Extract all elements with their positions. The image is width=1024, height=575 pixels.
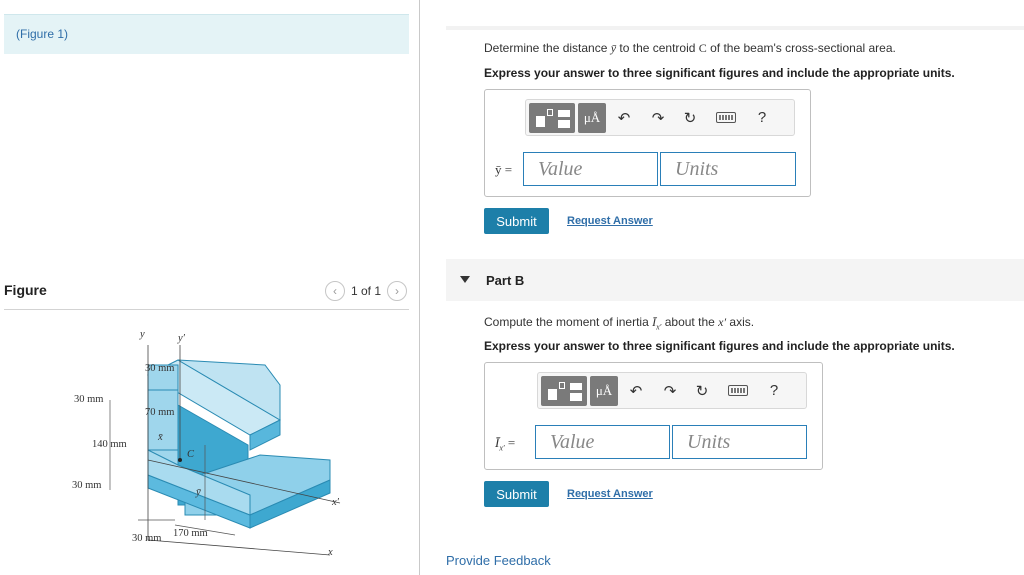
part-a-question: Determine the distance ȳ to the centroid… bbox=[484, 41, 896, 55]
caret-down-icon[interactable] bbox=[460, 276, 470, 283]
part-a-units-input[interactable]: Units bbox=[660, 152, 796, 186]
x-prime-axis-label: x′ bbox=[332, 497, 339, 508]
pager-text: 1 of 1 bbox=[350, 284, 381, 298]
app-root: (Figure 1) Figure ‹ 1 of 1 › y y′ 30 mm … bbox=[0, 0, 1024, 575]
part-b-title: Part B bbox=[486, 273, 525, 288]
figure-link[interactable]: (Figure 1) bbox=[16, 27, 68, 41]
units-button[interactable]: μÅ bbox=[578, 102, 606, 133]
part-a-toolbar: μÅ ↶ ↷ ↻ ? bbox=[525, 99, 795, 136]
part-b-header[interactable]: Part B bbox=[446, 259, 1024, 301]
part-a-submit-button[interactable]: Submit bbox=[484, 208, 549, 234]
part-b-units-input[interactable]: Units bbox=[672, 425, 807, 459]
reset-icon[interactable]: ↻ bbox=[684, 376, 720, 406]
part-b-toolbar: μÅ ↶ ↷ ↻ ? bbox=[537, 372, 807, 409]
part-a-request-answer-link[interactable]: Request Answer bbox=[567, 215, 653, 227]
provide-feedback-link[interactable]: Provide Feedback bbox=[446, 553, 551, 568]
dim-30mm-top: 30 mm bbox=[145, 363, 175, 374]
keyboard-icon[interactable] bbox=[720, 376, 756, 406]
y-axis-label: y bbox=[140, 329, 145, 340]
redo-icon[interactable]: ↷ bbox=[652, 376, 688, 406]
part-a-answer-label: ȳ = bbox=[495, 162, 513, 177]
y-bar-label: ȳ bbox=[196, 487, 201, 498]
part-b-submit-button[interactable]: Submit bbox=[484, 481, 549, 507]
top-strip bbox=[446, 26, 1024, 30]
part-b-answer-label: Īx′ = bbox=[495, 435, 516, 453]
figure-header: Figure ‹ 1 of 1 › bbox=[4, 278, 409, 310]
chevron-right-icon[interactable]: › bbox=[387, 281, 407, 301]
dim-30mm-left: 30 mm bbox=[74, 394, 104, 405]
x-axis-label: x bbox=[328, 547, 333, 558]
part-b-request-answer-link[interactable]: Request Answer bbox=[567, 488, 653, 500]
figure-pager: ‹ 1 of 1 › bbox=[324, 281, 407, 301]
beam-figure: y y′ 30 mm 30 mm 70 mm 140 mm C x̄ ȳ 30 … bbox=[60, 325, 360, 570]
part-a-value-input[interactable]: Value bbox=[523, 152, 658, 186]
help-icon[interactable]: ? bbox=[756, 376, 792, 406]
figure-title: Figure bbox=[4, 282, 47, 298]
dim-170mm: 170 mm bbox=[173, 528, 208, 539]
dim-30mm-base: 30 mm bbox=[132, 533, 162, 544]
y-prime-axis-label: y′ bbox=[178, 333, 185, 344]
redo-icon[interactable]: ↷ bbox=[640, 103, 676, 133]
undo-icon[interactable]: ↶ bbox=[618, 376, 654, 406]
units-button[interactable]: μÅ bbox=[590, 375, 618, 406]
centroid-point bbox=[178, 458, 182, 462]
part-a-instruction: Express your answer to three significant… bbox=[484, 66, 955, 80]
part-b-answer-box: μÅ ↶ ↷ ↻ ? Īx′ = Value Units bbox=[484, 362, 823, 470]
part-a-answer-box: μÅ ↶ ↷ ↻ ? ȳ = Value Units bbox=[484, 89, 811, 197]
dim-70mm: 70 mm bbox=[145, 407, 175, 418]
templates-icon[interactable] bbox=[541, 375, 587, 406]
dim-30mm-bottom: 30 mm bbox=[72, 480, 102, 491]
figure-link-bar: (Figure 1) bbox=[4, 14, 409, 54]
part-b-value-input[interactable]: Value bbox=[535, 425, 670, 459]
reset-icon[interactable]: ↻ bbox=[672, 103, 708, 133]
templates-icon[interactable] bbox=[529, 102, 575, 133]
centroid-label: C bbox=[187, 449, 195, 460]
dim-140mm: 140 mm bbox=[92, 439, 127, 450]
figure-pane: (Figure 1) Figure ‹ 1 of 1 › y y′ 30 mm … bbox=[0, 0, 420, 575]
question-pane: Determine the distance ȳ to the centroid… bbox=[446, 0, 1024, 575]
keyboard-icon[interactable] bbox=[708, 103, 744, 133]
part-b-question: Compute the moment of inertia Īx′ about … bbox=[484, 315, 755, 332]
x-bar-label: x̄ bbox=[158, 432, 163, 443]
undo-icon[interactable]: ↶ bbox=[606, 103, 642, 133]
part-b-instruction: Express your answer to three significant… bbox=[484, 339, 955, 353]
chevron-left-icon[interactable]: ‹ bbox=[324, 281, 345, 301]
help-icon[interactable]: ? bbox=[744, 103, 780, 133]
